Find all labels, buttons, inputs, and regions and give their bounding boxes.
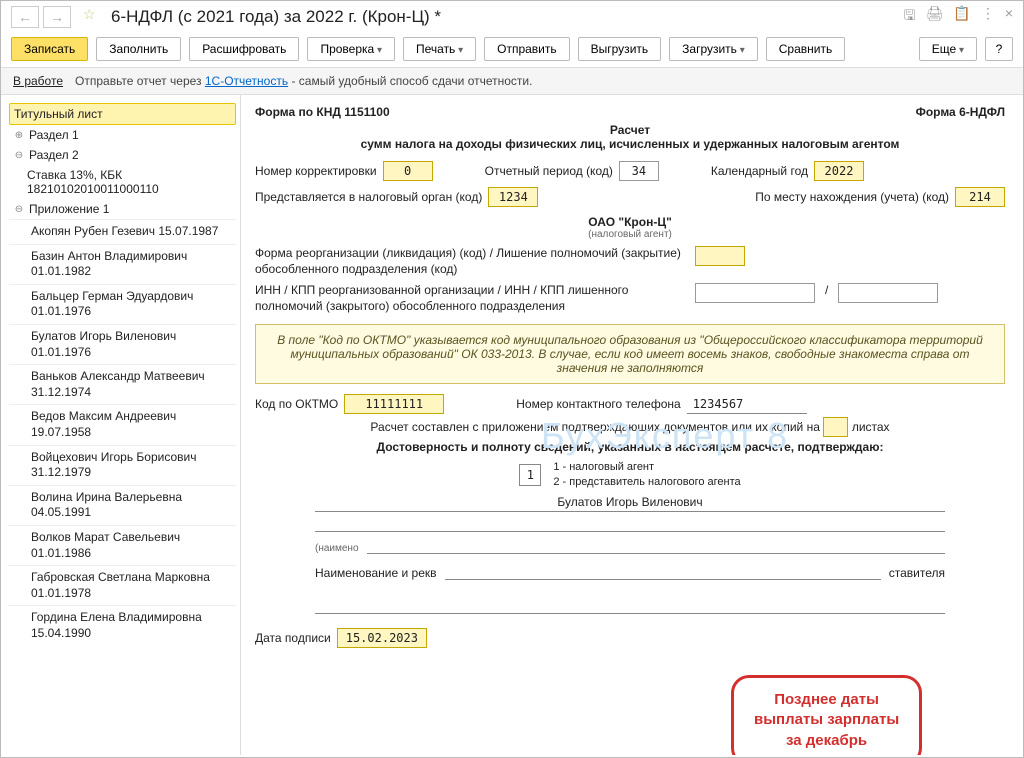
reporting-link[interactable]: 1С-Отчетность [205, 74, 288, 88]
favorite-icon[interactable]: ☆ [83, 6, 105, 28]
sidebar-person-item[interactable]: Бальцер Герман Эдуардович 01.01.1976 [9, 284, 236, 324]
decode-button[interactable]: Расшифровать [189, 37, 299, 61]
sidebar-person-item[interactable]: Волков Марат Савельевич 01.01.1986 [9, 525, 236, 565]
nav-arrows: ← → [11, 6, 71, 28]
sidebar-person-item[interactable]: Габровская Светлана Марковна 01.01.1978 [9, 565, 236, 605]
sidebar-section1[interactable]: ⊕ Раздел 1 [9, 125, 236, 145]
expand-minus-icon: ⊖ [13, 204, 25, 215]
repr-suffix: ставителя [889, 566, 945, 580]
sidebar-person-item[interactable]: Ваньков Александр Матвеевич 31.12.1974 [9, 364, 236, 404]
sidebar-person-item[interactable]: Ведов Максим Андреевич 19.07.1958 [9, 404, 236, 444]
send-button[interactable]: Отправить [484, 37, 570, 61]
org-sub: (налоговый агент) [255, 229, 1005, 240]
sign-date-label: Дата подписи [255, 631, 331, 645]
clipboard-icon[interactable]: 📋 [953, 5, 970, 29]
save-file-icon[interactable]: 🖫 [904, 5, 916, 29]
oktmo-label: Код по ОКТМО [255, 397, 338, 411]
callout-annotation: Позднее даты выплаты зарплаты за декабрь [731, 675, 922, 755]
inn-input[interactable] [695, 283, 815, 303]
year-input[interactable]: 2022 [814, 161, 864, 181]
sidebar-person-item[interactable]: Акопян Рубен Гезевич 15.07.1987 [9, 219, 236, 244]
more-icon[interactable]: ⋮ [981, 5, 995, 29]
reorg-label: Форма реорганизации (ликвидация) (код) /… [255, 246, 685, 277]
confirm-label: Достоверность и полноту сведений, указан… [255, 440, 1005, 454]
tax-auth-label: Представляется в налоговый орган (код) [255, 190, 482, 204]
location-label: По месту нахождения (учета) (код) [755, 190, 949, 204]
compare-button[interactable]: Сравнить [766, 37, 845, 61]
signer-name: Булатов Игорь Виленович [315, 495, 945, 512]
form-name-label: Форма 6-НДФЛ [916, 105, 1005, 119]
status-text: Отправьте отчет через 1С-Отчетность - са… [75, 74, 532, 88]
confirm-code-input[interactable]: 1 [519, 464, 541, 486]
sidebar-person-item[interactable]: Базин Антон Владимирович 01.01.1982 [9, 244, 236, 284]
corr-input[interactable]: 0 [383, 161, 433, 181]
sidebar-section2[interactable]: ⊖ Раздел 2 [9, 145, 236, 165]
period-input[interactable]: 34 [619, 161, 659, 181]
sidebar-appendix1[interactable]: ⊖ Приложение 1 [9, 199, 236, 219]
status-bar: В работе Отправьте отчет через 1С-Отчетн… [1, 68, 1023, 95]
form-header: Форма по КНД 1151100 Форма 6-НДФЛ [255, 105, 1005, 119]
form-content: БухЭксперт 8 Форма по КНД 1151100 Форма … [241, 95, 1023, 755]
inn-kpp-label: ИНН / КПП реорганизованной организации /… [255, 283, 685, 314]
expand-minus-icon: ⊖ [13, 150, 25, 161]
save-button[interactable]: Записать [11, 37, 88, 61]
year-label: Календарный год [711, 164, 808, 178]
sig-line-2 [315, 516, 945, 532]
sidebar-person-item[interactable]: Булатов Игорь Виленович 01.01.1976 [9, 324, 236, 364]
sign-date-input[interactable]: 15.02.2023 [337, 628, 427, 648]
sidebar-person-item[interactable]: Волина Ирина Валерьевна 04.05.1991 [9, 485, 236, 525]
download-button[interactable]: Загрузить [669, 37, 758, 61]
sheets-row: Расчет составлен с приложением подтвержд… [255, 420, 1005, 434]
page-title: 6-НДФЛ (с 2021 года) за 2022 г. (Крон-Ц)… [111, 7, 904, 27]
check-button[interactable]: Проверка [307, 37, 395, 61]
phone-input[interactable]: 1234567 [687, 395, 807, 414]
help-button[interactable]: ? [985, 37, 1013, 61]
sidebar-section2-child[interactable]: Ставка 13%, КБК 18210102010011000110 [9, 165, 236, 199]
sidebar-title-page[interactable]: Титульный лист [9, 103, 236, 125]
oktmo-hint: В поле "Код по ОКТМО" указывается код му… [255, 324, 1005, 384]
print-button[interactable]: Печать [403, 37, 476, 61]
body: Титульный лист ⊕ Раздел 1 ⊖ Раздел 2 Ста… [1, 95, 1023, 755]
org-name: ОАО "Крон-Ц" [255, 215, 1005, 229]
window-header: ← → ☆ 6-НДФЛ (с 2021 года) за 2022 г. (К… [1, 1, 1023, 31]
kpp-input[interactable] [838, 283, 938, 303]
more-button[interactable]: Еще [919, 37, 977, 61]
corr-label: Номер корректировки [255, 164, 377, 178]
toolbar: Записать Заполнить Расшифровать Проверка… [1, 31, 1023, 68]
location-input[interactable]: 214 [955, 187, 1005, 207]
sidebar-person-item[interactable]: Гордина Елена Владимировна 15.04.1990 [9, 605, 236, 645]
period-label: Отчетный период (код) [485, 164, 613, 178]
sheets-input[interactable] [823, 417, 848, 437]
upload-button[interactable]: Выгрузить [578, 37, 662, 61]
confirm-opt2: 2 - представитель налогового агента [553, 475, 740, 489]
expand-plus-icon: ⊕ [13, 130, 25, 141]
close-icon[interactable]: × [1005, 5, 1013, 29]
calc-title: Расчет сумм налога на доходы физических … [255, 123, 1005, 151]
reorg-input[interactable] [695, 246, 745, 266]
nav-back-button[interactable]: ← [11, 6, 39, 28]
header-icons: 🖫 🖨 📋 ⋮ × [904, 5, 1013, 29]
oktmo-input[interactable]: 11111111 [344, 394, 444, 414]
tax-auth-input[interactable]: 1234 [488, 187, 538, 207]
repr-line-2 [315, 598, 945, 614]
nav-forward-button[interactable]: → [43, 6, 71, 28]
knd-label: Форма по КНД 1151100 [255, 105, 390, 119]
repr-label: Наименование и рекв [315, 566, 437, 580]
status-link[interactable]: В работе [13, 74, 63, 88]
phone-label: Номер контактного телефона [516, 397, 680, 411]
sidebar: Титульный лист ⊕ Раздел 1 ⊖ Раздел 2 Ста… [1, 95, 241, 755]
print-icon[interactable]: 🖨 [926, 5, 944, 29]
sidebar-person-item[interactable]: Войцехович Игорь Борисович 31.12.1979 [9, 445, 236, 485]
confirm-opt1: 1 - налоговый агент [553, 460, 740, 474]
fill-button[interactable]: Заполнить [96, 37, 181, 61]
naimenov-caption: (наимено [315, 543, 359, 554]
